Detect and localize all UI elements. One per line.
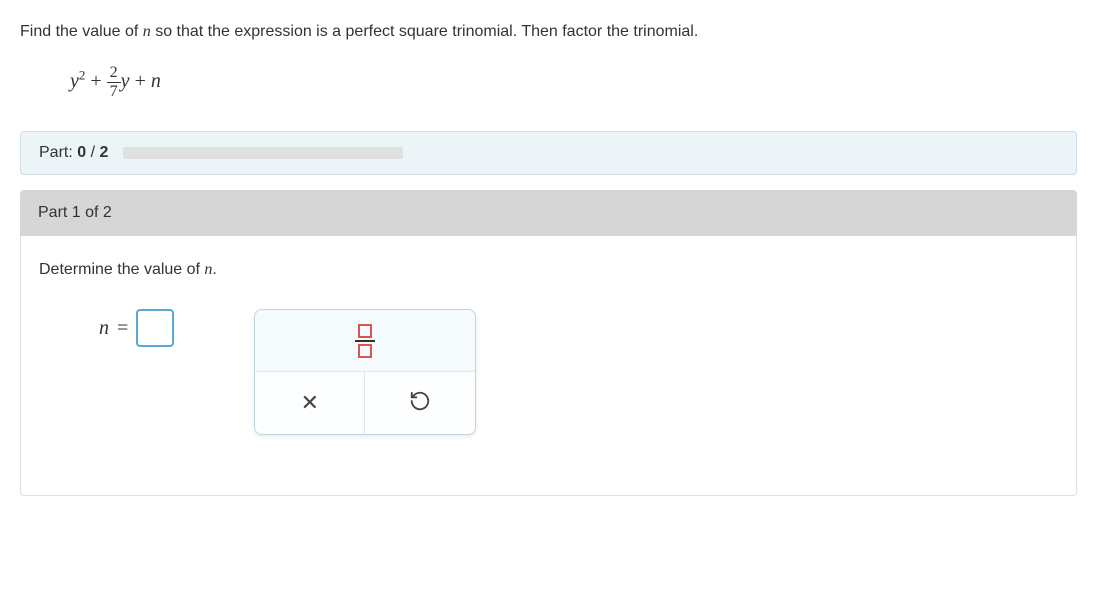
question-text: Find the value of n so that the expressi…	[20, 20, 1077, 44]
expr-exp1: 2	[79, 67, 86, 82]
expression: y2 + 2 7 y + n	[70, 64, 1077, 101]
fraction-tool-button[interactable]	[255, 310, 475, 372]
prompt-before: Determine the value of	[39, 261, 204, 278]
progress-prefix: Part:	[39, 144, 77, 161]
answer-var: n	[99, 317, 109, 340]
part-header: Part 1 of 2	[20, 190, 1077, 236]
progress-label: Part: 0 / 2	[39, 144, 108, 162]
expr-plus2: +	[135, 70, 146, 92]
part-prompt: Determine the value of n.	[39, 261, 1058, 279]
expr-frac-den: 7	[107, 83, 121, 101]
question-var-n: n	[143, 23, 151, 40]
answer-equals: =	[117, 317, 128, 340]
expr-frac-num: 2	[107, 64, 121, 83]
progress-total: 2	[99, 144, 108, 161]
undo-button[interactable]	[365, 372, 475, 434]
progress-current: 0	[77, 144, 86, 161]
progress-bar: Part: 0 / 2	[20, 131, 1077, 175]
math-toolbar: ✕	[254, 309, 476, 435]
question-suffix: so that the expression is a perfect squa…	[151, 23, 699, 40]
close-icon: ✕	[301, 390, 319, 416]
expr-fraction: 2 7	[107, 64, 121, 101]
progress-sep: /	[86, 144, 99, 161]
fraction-icon	[355, 322, 375, 360]
answer-row: n = ✕	[39, 309, 1058, 435]
clear-button[interactable]: ✕	[255, 372, 365, 434]
answer-input-group: n =	[99, 309, 174, 347]
answer-input[interactable]	[136, 309, 174, 347]
undo-icon	[409, 390, 431, 417]
expr-y2: y	[121, 70, 130, 92]
question-prefix: Find the value of	[20, 23, 143, 40]
part-body: Determine the value of n. n = ✕	[20, 236, 1077, 496]
expr-n: n	[151, 70, 161, 92]
progress-track	[123, 147, 403, 159]
prompt-after: .	[212, 261, 216, 278]
expr-plus1: +	[90, 70, 101, 92]
expr-y1: y	[70, 70, 79, 92]
